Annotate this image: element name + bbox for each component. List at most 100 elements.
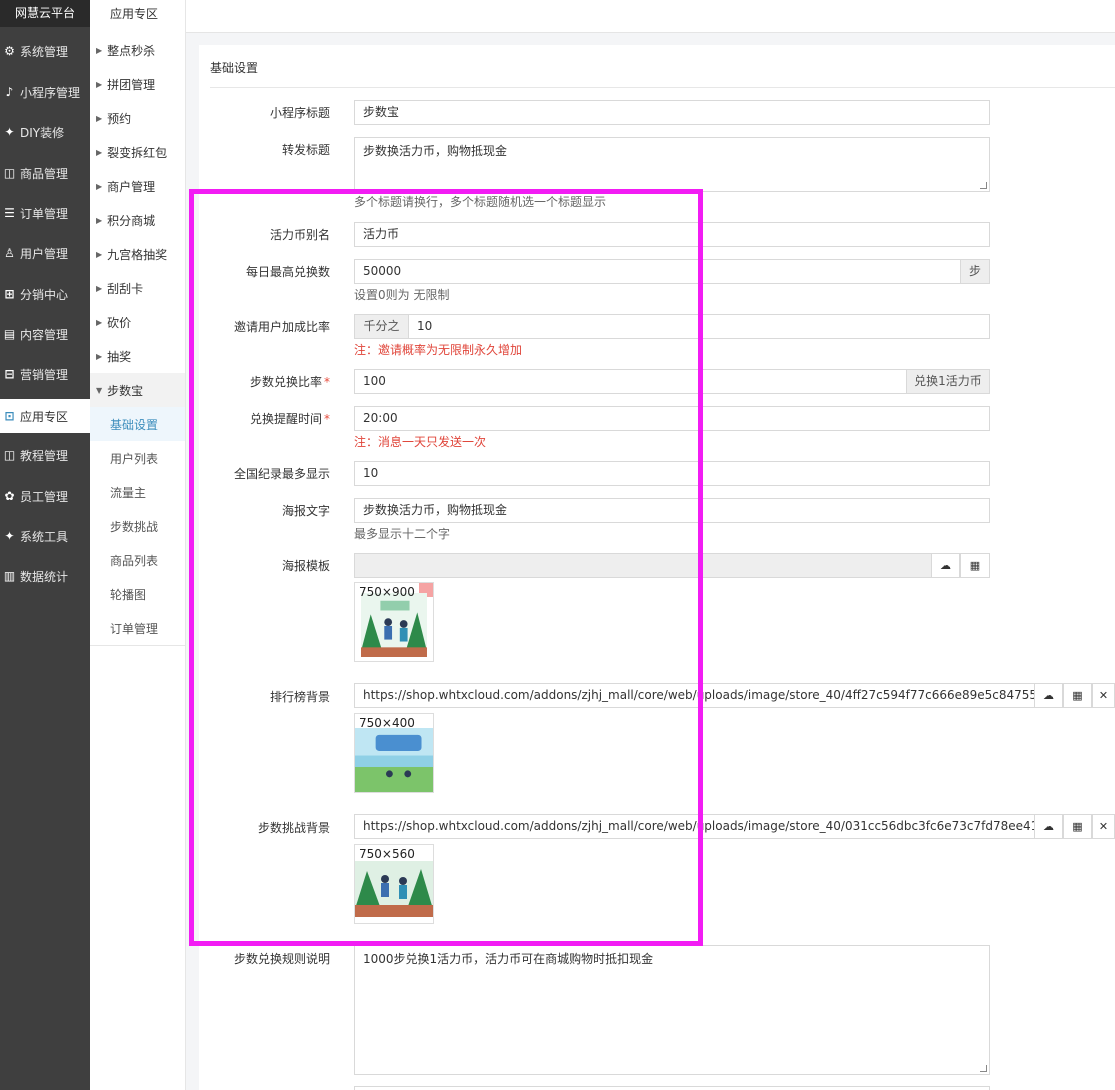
daily-max-input[interactable]: 50000 — [354, 259, 961, 284]
share-title-value: 步数换活力币，购物抵现金 — [363, 144, 508, 158]
national-max-input[interactable]: 10 — [354, 461, 990, 486]
challenge-bg-clear-button[interactable]: ✕ — [1092, 814, 1115, 839]
challenge-bg-upload-button[interactable]: ☁ — [1034, 814, 1063, 839]
rules-textarea[interactable]: 1000步兑换1活力币，活力币可在商城购物时抵扣现金 — [354, 945, 990, 1075]
sub-nav-leaf[interactable]: 步数挑战 — [90, 509, 185, 543]
sub-nav-leaf[interactable]: 流量主 — [90, 475, 185, 509]
miniprogram-icon: ♪ — [5, 85, 14, 99]
main-nav-label: 营销管理 — [20, 367, 69, 382]
distribution-icon: ⊞ — [4, 287, 15, 301]
rules-label: 步数兑换规则说明 — [233, 952, 330, 966]
sub-nav-leaf[interactable]: 商品列表 — [90, 543, 185, 577]
main-nav-label: 小程序管理 — [20, 85, 81, 100]
main-nav-label: 应用专区 — [20, 409, 69, 424]
daily-max-label: 每日最高兑换数 — [245, 265, 330, 279]
panel-divider — [210, 87, 1115, 88]
permille-addon: 千分之 — [354, 314, 409, 339]
rank-bg-input[interactable]: https://shop.whtxcloud.com/addons/zjhj_m… — [354, 683, 1035, 708]
main-nav-item[interactable]: ▤ 内容管理 — [0, 317, 90, 351]
app-icon: ⊡ — [4, 409, 15, 423]
caret-right-icon: ▶ — [96, 181, 103, 191]
coin-alias-input[interactable]: 活力币 — [354, 222, 990, 247]
remind-time-label: 兑换提醒时间 * — [249, 412, 330, 426]
sub-nav-group-bushubao[interactable]: ▼ 步数宝 — [90, 373, 185, 407]
main-nav-item[interactable]: ♙ 用户管理 — [0, 236, 90, 270]
main-nav-label: DIY装修 — [20, 125, 65, 140]
sub-nav-item[interactable]: ▶ 拼团管理 — [90, 67, 185, 101]
exchange-rate-input[interactable]: 100 — [354, 369, 907, 394]
mini-title-label: 小程序标题 — [269, 106, 330, 120]
sub-nav-label: 裂变拆红包 — [107, 145, 168, 160]
main-nav-item[interactable]: ✿ 员工管理 — [0, 479, 90, 513]
sub-nav-leaf[interactable]: 轮播图 — [90, 577, 185, 611]
tools-icon: ✦ — [4, 529, 15, 543]
next-field-input[interactable] — [354, 1086, 990, 1090]
upload-cloud-icon: ☁ — [1043, 689, 1054, 702]
resize-grip[interactable] — [980, 1065, 987, 1072]
rank-bg-thumbnail[interactable]: 750×400 — [354, 713, 434, 793]
rank-bg-label: 排行榜背景 — [269, 690, 330, 704]
rules-value: 1000步兑换1活力币，活力币可在商城购物时抵扣现金 — [363, 952, 654, 966]
upload-cloud-icon: ☁ — [1043, 820, 1054, 833]
challenge-bg-thumb-size: 750×560 — [359, 847, 415, 861]
poster-text-input[interactable]: 步数换活力币，购物抵现金 — [354, 498, 990, 523]
sub-nav-label: 预约 — [107, 111, 132, 126]
sub-nav-group-label: 步数宝 — [107, 383, 144, 398]
national-max-label: 全国纪录最多显示 — [233, 467, 330, 481]
main-nav-item[interactable]: ⊞ 分销中心 — [0, 277, 90, 311]
sub-nav-leaf[interactable]: 基础设置 — [90, 407, 185, 441]
challenge-bg-input[interactable]: https://shop.whtxcloud.com/addons/zjhj_m… — [354, 814, 1035, 839]
sub-nav-label: 积分商城 — [107, 213, 156, 228]
main-nav-item[interactable]: ◫ 商品管理 — [0, 156, 90, 190]
sub-nav-item[interactable]: ▶ 砍价 — [90, 305, 185, 339]
sub-nav-item[interactable]: ▶ 整点秒杀 — [90, 33, 185, 67]
main-nav-item[interactable]: ▥ 数据统计 — [0, 559, 90, 593]
sub-nav-item[interactable]: ▶ 预约 — [90, 101, 185, 135]
running-couple-illustration — [361, 593, 427, 658]
book-icon: ◫ — [3, 448, 16, 462]
sub-nav-item[interactable]: ▶ 九宫格抽奖 — [90, 237, 185, 271]
caret-down-icon: ▼ — [96, 385, 103, 395]
sub-nav-label: 九宫格抽奖 — [107, 247, 168, 262]
main-nav-item[interactable]: ✦ DIY装修 — [0, 115, 90, 149]
main-nav-item[interactable]: ⊟ 营销管理 — [0, 357, 90, 391]
sub-nav-item[interactable]: ▶ 裂变拆红包 — [90, 135, 185, 169]
main-nav-label: 订单管理 — [20, 206, 69, 221]
caret-right-icon: ▶ — [96, 215, 103, 225]
rank-bg-picker-button[interactable]: ▦ — [1063, 683, 1092, 708]
sub-nav-item[interactable]: ▶ 抽奖 — [90, 339, 185, 373]
challenge-bg-picker-button[interactable]: ▦ — [1063, 814, 1092, 839]
main-nav-item[interactable]: ◫ 教程管理 — [0, 438, 90, 472]
poster-upload-button[interactable]: ☁ — [931, 553, 960, 578]
sub-nav-item[interactable]: ▶ 商户管理 — [90, 169, 185, 203]
main-nav-item[interactable]: ✦ 系统工具 — [0, 519, 90, 553]
main-nav-item[interactable]: ⊡ 应用专区 — [0, 399, 90, 433]
poster-template-thumbnail[interactable]: 750×900 — [354, 582, 434, 662]
remind-time-input[interactable]: 20:00 — [354, 406, 990, 431]
rank-bg-clear-button[interactable]: ✕ — [1092, 683, 1115, 708]
share-title-label: 转发标题 — [281, 143, 330, 157]
poster-template-input[interactable] — [354, 553, 932, 578]
sub-nav-leaf[interactable]: 订单管理 — [90, 611, 185, 645]
challenge-bg-thumbnail[interactable]: 750×560 — [354, 844, 434, 924]
resize-grip[interactable] — [980, 182, 987, 189]
gear-icon: ⚙ — [4, 44, 15, 58]
main-nav-item[interactable]: ☰ 订单管理 — [0, 196, 90, 230]
sub-nav-label: 砍价 — [107, 315, 132, 330]
caret-right-icon: ▶ — [96, 351, 103, 361]
main-nav-item[interactable]: ⚙ 系统管理 — [0, 34, 90, 68]
caret-right-icon: ▶ — [96, 249, 103, 259]
invite-rate-input[interactable]: 10 — [408, 314, 990, 339]
top-bar — [186, 0, 1115, 33]
sub-nav-item[interactable]: ▶ 积分商城 — [90, 203, 185, 237]
steps-unit-addon: 步 — [960, 259, 990, 284]
sub-nav-item[interactable]: ▶ 刮刮卡 — [90, 271, 185, 305]
share-title-textarea[interactable]: 步数换活力币，购物抵现金 — [354, 137, 990, 192]
remind-time-note: 注：消息一天只发送一次 — [354, 435, 487, 449]
sub-nav-leaf[interactable]: 用户列表 — [90, 441, 185, 475]
rank-bg-upload-button[interactable]: ☁ — [1034, 683, 1063, 708]
mini-title-input[interactable]: 步数宝 — [354, 100, 990, 125]
main-nav-item[interactable]: ♪ 小程序管理 — [0, 75, 90, 109]
user-icon: ♙ — [4, 246, 15, 260]
poster-picker-button[interactable]: ▦ — [960, 553, 990, 578]
